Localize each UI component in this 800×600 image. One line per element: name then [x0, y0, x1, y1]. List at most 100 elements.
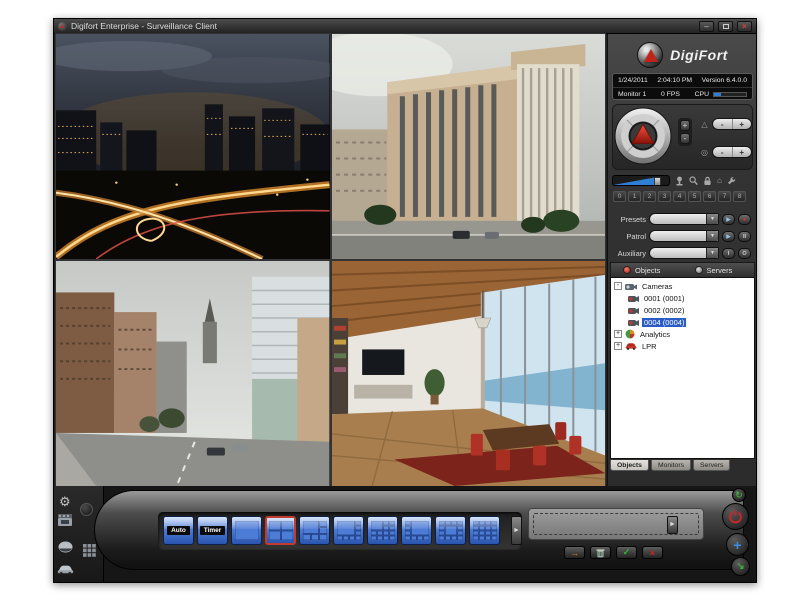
expand-icon[interactable]: + [614, 330, 622, 338]
export-button[interactable]: ↘ [731, 557, 750, 576]
patrol-pause-button[interactable]: II [738, 231, 751, 242]
wrench-icon[interactable] [727, 176, 736, 186]
preset-go-button[interactable]: ▶ [722, 214, 735, 225]
tab-servers[interactable]: Servers [683, 263, 755, 277]
layout-button-auto[interactable]: Auto [163, 516, 194, 545]
tree-group-lpr[interactable]: + LPR [611, 340, 754, 352]
analytics-group-label: Analytics [638, 330, 672, 339]
patrol-play-button[interactable]: ▶ [722, 231, 735, 242]
magnifier-icon[interactable] [689, 176, 698, 186]
cancel-button[interactable]: × [642, 546, 663, 559]
camera-cell-office-building[interactable] [332, 34, 606, 259]
layout-button-mosaic-1-7-alt[interactable] [401, 516, 432, 545]
power-button[interactable] [722, 503, 749, 530]
title-bar: Digifort Enterprise - Surveillance Clien… [54, 19, 756, 34]
focus-pill: - + [712, 146, 752, 158]
layout-button-single-view[interactable] [231, 516, 262, 545]
bottom-tab-objects[interactable]: Objects [610, 460, 649, 471]
focus-minus-button[interactable]: - [713, 147, 732, 157]
patrol-dropdown-arrow-icon[interactable]: ▼ [706, 231, 718, 241]
confirm-button[interactable]: ✓ [616, 546, 637, 559]
tree-group-cameras[interactable]: - Cameras [611, 280, 754, 292]
layout-button-mosaic-1-12[interactable] [367, 516, 398, 545]
focus-control-row: ◎ - + [700, 146, 752, 158]
matrix-grid-icon[interactable] [83, 544, 96, 562]
brand-logo: DigiFort [608, 39, 757, 71]
tree-item-camera-0004-selected[interactable]: 0004 (0004) [611, 316, 754, 328]
speed-slider-handle[interactable] [654, 177, 661, 186]
preset-number-button-2[interactable]: 2 [643, 191, 656, 202]
lpr-car-button-icon[interactable] [57, 562, 74, 580]
bottom-tab-servers[interactable]: Servers [693, 460, 730, 471]
status-time: 2:04:10 PM [657, 77, 692, 84]
refresh-button[interactable]: ↻ [732, 488, 746, 502]
tab-objects[interactable]: Objects [611, 263, 683, 277]
preset-number-button-0[interactable]: 0 [613, 191, 626, 202]
move-to-button[interactable]: → [564, 546, 585, 559]
zoom-pill: - + [712, 118, 752, 130]
tree-item-camera-0001[interactable]: 0001 (0001) [611, 292, 754, 304]
collapse-icon[interactable]: - [614, 282, 622, 290]
drop-zone-scroll-button[interactable]: ► [667, 516, 678, 534]
auxiliary-label: Auxiliary [608, 249, 646, 258]
camera-cell-night-city[interactable] [56, 34, 330, 259]
presets-dropdown[interactable]: ▼ [649, 213, 719, 225]
presets-dropdown-arrow-icon[interactable]: ▼ [706, 214, 718, 224]
layout-scroll-right-button[interactable]: ► [511, 516, 522, 545]
zoom-plus-button[interactable]: + [732, 119, 752, 129]
preset-number-button-5[interactable]: 5 [688, 191, 701, 202]
layout-button-timer[interactable]: Timer [197, 516, 228, 545]
camera-cell-interior[interactable] [332, 261, 606, 486]
preset-number-button-4[interactable]: 4 [673, 191, 686, 202]
tree-item-camera-0002[interactable]: 0002 (0002) [611, 304, 754, 316]
preset-number-button-6[interactable]: 6 [703, 191, 716, 202]
layout-button-grid-4x4[interactable] [469, 516, 500, 545]
tree-tab-bar: Objects Servers [610, 262, 755, 277]
night-city-image [56, 34, 330, 259]
orange-arrow-icon: → [570, 548, 579, 558]
auxiliary-off-button[interactable]: O [738, 248, 751, 259]
preset-number-button-7[interactable]: 7 [718, 191, 731, 202]
preset-record-button[interactable]: ● [738, 214, 751, 225]
layout-button-mosaic-1-7[interactable] [333, 516, 364, 545]
preset-number-button-3[interactable]: 3 [658, 191, 671, 202]
media-player-clapper-icon[interactable] [58, 514, 74, 532]
auxiliary-dropdown-arrow-icon[interactable]: ▼ [706, 248, 718, 258]
trash-icon [596, 548, 605, 558]
layout-button-mosaic-center[interactable] [435, 516, 466, 545]
object-tree: - Cameras 0001 (0001) 0002 (0002) 0004 (… [610, 277, 755, 459]
focus-plus-button[interactable]: + [732, 147, 752, 157]
lock-icon[interactable] [703, 176, 712, 186]
power-icon [728, 509, 743, 524]
add-button[interactable]: + [726, 533, 749, 556]
preset-number-button-8[interactable]: 8 [733, 191, 746, 202]
delete-button[interactable] [590, 546, 611, 559]
status-led-button[interactable] [80, 503, 93, 516]
joystick-mode-icon[interactable] [675, 176, 684, 186]
ptz-joystick[interactable] [614, 107, 672, 165]
settings-gear-icon[interactable]: ⚙ [59, 494, 71, 510]
expand-icon[interactable]: + [614, 342, 622, 350]
minimize-button[interactable]: – [699, 21, 714, 32]
home-icon[interactable]: ⌂ [717, 176, 722, 186]
bottom-tab-monitors[interactable]: Monitors [651, 460, 691, 471]
ptz-up-button[interactable]: + [680, 120, 690, 131]
status-monitor: Monitor 1 [618, 91, 646, 98]
preset-number-button-1[interactable]: 1 [628, 191, 641, 202]
window-title: Digifort Enterprise - Surveillance Clien… [71, 21, 695, 31]
zoom-minus-button[interactable]: - [713, 119, 732, 129]
app-window: Digifort Enterprise - Surveillance Clien… [53, 18, 757, 583]
dome-camera-icon[interactable] [58, 540, 73, 558]
patrol-dropdown[interactable]: ▼ [649, 230, 719, 242]
restore-button[interactable] [718, 21, 733, 32]
layout-button-quad-2x2[interactable] [265, 516, 296, 545]
ptz-down-button[interactable]: - [680, 133, 690, 144]
camera-cell-street-view[interactable] [56, 261, 330, 486]
auxiliary-on-button[interactable]: I [722, 248, 735, 259]
bottom-toolbar: ⚙ AutoTimer ► ► → ✓ [54, 486, 756, 582]
layout-button-mosaic-1-5[interactable] [299, 516, 330, 545]
speed-slider[interactable] [612, 175, 670, 186]
close-button[interactable]: × [737, 21, 752, 32]
auxiliary-dropdown[interactable]: ▼ [649, 247, 719, 259]
tree-group-analytics[interactable]: + Analytics [611, 328, 754, 340]
